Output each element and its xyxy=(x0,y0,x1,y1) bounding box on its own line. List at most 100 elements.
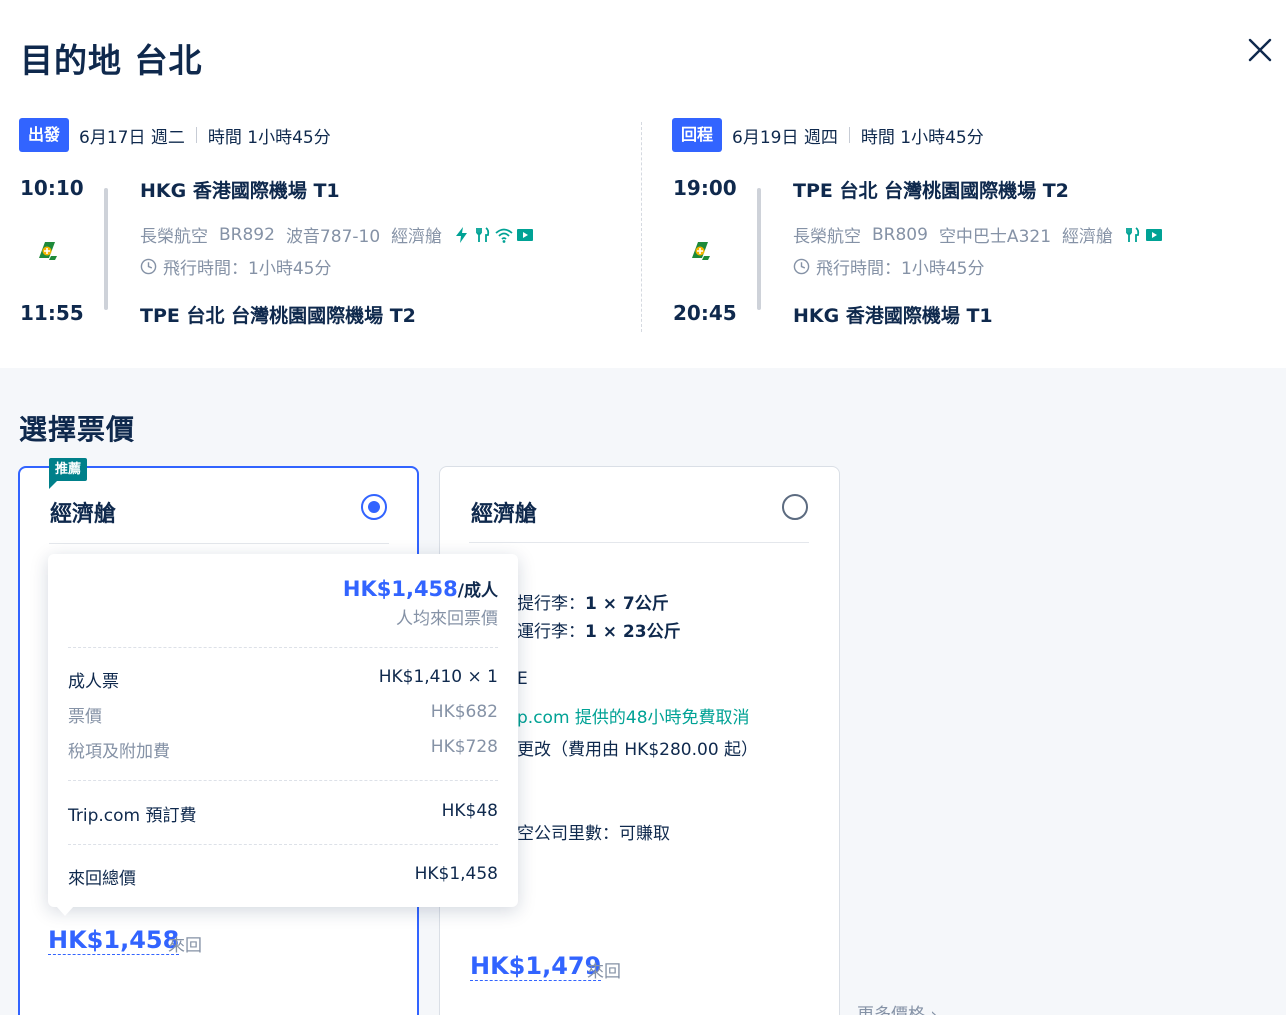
flight-number: BR892 xyxy=(219,224,275,245)
separator xyxy=(195,127,197,143)
outbound-flight-info: 長榮航空 BR892 波音787-10 經濟艙 xyxy=(140,222,545,247)
return-date: 6月19日 週四 xyxy=(732,127,838,148)
flight-time-text: 飛行時間：1小時45分 xyxy=(816,259,985,279)
tooltip-price-unit: /成人 xyxy=(457,581,498,601)
carry-on-value: 1 × 7公斤 xyxy=(585,594,669,614)
row-label: 成人票 xyxy=(68,672,119,692)
fare-radio[interactable] xyxy=(782,494,808,520)
wifi-icon xyxy=(495,228,513,243)
free-cancel-link[interactable]: p.com 提供的48小時免費取消 xyxy=(517,703,750,728)
close-icon xyxy=(1248,38,1272,62)
cabin-class: 經濟艙 xyxy=(1062,227,1114,247)
breakdown-row: 稅項及附加費 HK$728 xyxy=(68,737,498,762)
tooltip-sub: 人均來回票價 xyxy=(396,609,498,629)
fare-price[interactable]: HK$1,458 xyxy=(48,926,180,955)
separator xyxy=(848,127,850,143)
breakdown-row-total: 來回總價 HK$1,458 xyxy=(68,864,498,889)
outbound-dep-time: 10:10 xyxy=(20,176,84,200)
recommend-badge: 推薦 xyxy=(49,458,88,489)
leg-divider xyxy=(641,122,642,332)
row-label: 來回總價 xyxy=(68,869,136,889)
meal-icon xyxy=(476,226,490,242)
flight-time-text: 飛行時間：1小時45分 xyxy=(163,259,332,279)
divider xyxy=(68,647,498,648)
flight-summary: 目的地 台北 出發 6月17日 週二 時間 1小時45分 10:10 11:55… xyxy=(0,0,1286,368)
aircraft-type: 波音787-10 xyxy=(285,227,381,247)
fare-price[interactable]: HK$1,479 xyxy=(470,952,602,981)
row-label: 票價 xyxy=(68,707,102,727)
amenities xyxy=(453,226,534,244)
chevron-right-icon: › xyxy=(930,1005,938,1015)
close-button[interactable] xyxy=(1244,34,1276,66)
tooltip-price-value: HK$1,458 xyxy=(342,577,458,601)
return-dep-airport: TPE 台北 台灣桃園國際機場 T2 xyxy=(793,180,1069,202)
policy-heading: E xyxy=(517,669,528,689)
power-icon xyxy=(456,226,468,243)
page-title: 目的地 台北 xyxy=(20,41,203,80)
row-value: HK$1,410 × 1 xyxy=(378,667,498,687)
return-leg: 回程 6月19日 週四 時間 1小時45分 19:00 20:45 TPE 台北… xyxy=(672,118,1272,338)
more-prices-link[interactable]: 更多價格 › xyxy=(857,1000,937,1015)
fare-radio-selected[interactable] xyxy=(361,494,387,520)
carry-on-baggage: 提行李：1 × 7公斤 xyxy=(517,589,669,614)
row-value: HK$1,458 xyxy=(414,864,498,884)
outbound-flight-time: 飛行時間：1小時45分 xyxy=(140,254,331,279)
timeline-bar xyxy=(757,188,761,310)
row-value: HK$728 xyxy=(430,737,498,757)
checked-label: 運行李： xyxy=(517,622,585,642)
flight-number: BR809 xyxy=(872,224,928,245)
return-header: 回程 6月19日 週四 時間 1小時45分 xyxy=(672,118,984,152)
divider xyxy=(469,542,809,543)
outbound-dep-airport: HKG 香港國際機場 T1 xyxy=(140,180,340,202)
outbound-leg: 出發 6月17日 週二 時間 1小時45分 10:10 11:55 HKG 香港… xyxy=(19,118,619,338)
entertainment-icon xyxy=(1146,228,1163,241)
aircraft-type: 空中巴士A321 xyxy=(938,227,1052,247)
row-label: Trip.com 預訂費 xyxy=(68,806,197,826)
fare-price-unit: 來回 xyxy=(168,936,202,956)
price-breakdown-tooltip: HK$1,458/成人 人均來回票價 成人票 HK$1,410 × 1 票價 HK$… xyxy=(48,554,518,916)
row-value: HK$682 xyxy=(430,702,498,722)
section-title: 選擇票價 xyxy=(19,413,136,446)
return-arr-time: 20:45 xyxy=(673,301,737,325)
checked-baggage: 運行李：1 × 23公斤 xyxy=(517,617,681,642)
cabin-class: 經濟艙 xyxy=(391,227,443,247)
outbound-arr-time: 11:55 xyxy=(20,301,84,325)
more-prices-label: 更多價格 xyxy=(857,1005,925,1015)
amenities xyxy=(1124,226,1163,244)
clock-icon xyxy=(793,258,810,275)
row-label: 稅項及附加費 xyxy=(68,742,170,762)
return-duration: 時間 1小時45分 xyxy=(860,127,984,148)
airline-name: 長榮航空 xyxy=(140,227,208,247)
airline-logo-icon xyxy=(692,242,710,260)
divider xyxy=(68,780,498,781)
fare-cabin: 經濟艙 xyxy=(50,502,117,527)
divider xyxy=(68,844,498,845)
tooltip-price: HK$1,458/成人 xyxy=(343,576,498,601)
return-flight-info: 長榮航空 BR809 空中巴士A321 經濟艙 xyxy=(793,222,1174,247)
carry-on-label: 提行李： xyxy=(517,594,585,614)
return-flight-time: 飛行時間：1小時45分 xyxy=(793,254,984,279)
divider xyxy=(49,543,389,544)
fare-price-unit: 來回 xyxy=(587,962,621,982)
change-fee: 更改（費用由 HK$280.00 起） xyxy=(517,740,759,760)
checked-value: 1 × 23公斤 xyxy=(585,622,681,642)
return-badge: 回程 xyxy=(672,118,723,152)
breakdown-row: 成人票 HK$1,410 × 1 xyxy=(68,667,498,692)
outbound-date: 6月17日 週二 xyxy=(79,127,185,148)
clock-icon xyxy=(140,258,157,275)
airline-logo-icon xyxy=(39,242,57,260)
breakdown-row: 票價 HK$682 xyxy=(68,702,498,727)
outbound-badge: 出發 xyxy=(19,118,70,152)
row-value: HK$48 xyxy=(441,801,498,821)
airline-miles: 空公司里數：可賺取 xyxy=(517,824,670,844)
return-arr-airport: HKG 香港國際機場 T1 xyxy=(793,305,993,327)
outbound-arr-airport: TPE 台北 台灣桃園國際機場 T2 xyxy=(140,305,416,327)
outbound-duration: 時間 1小時45分 xyxy=(207,127,331,148)
timeline-bar xyxy=(104,188,108,310)
fare-cabin: 經濟艙 xyxy=(471,502,538,527)
meal-icon xyxy=(1126,226,1140,242)
outbound-header: 出發 6月17日 週二 時間 1小時45分 xyxy=(19,118,331,152)
airline-name: 長榮航空 xyxy=(793,227,861,247)
entertainment-icon xyxy=(517,228,534,241)
return-dep-time: 19:00 xyxy=(673,176,737,200)
